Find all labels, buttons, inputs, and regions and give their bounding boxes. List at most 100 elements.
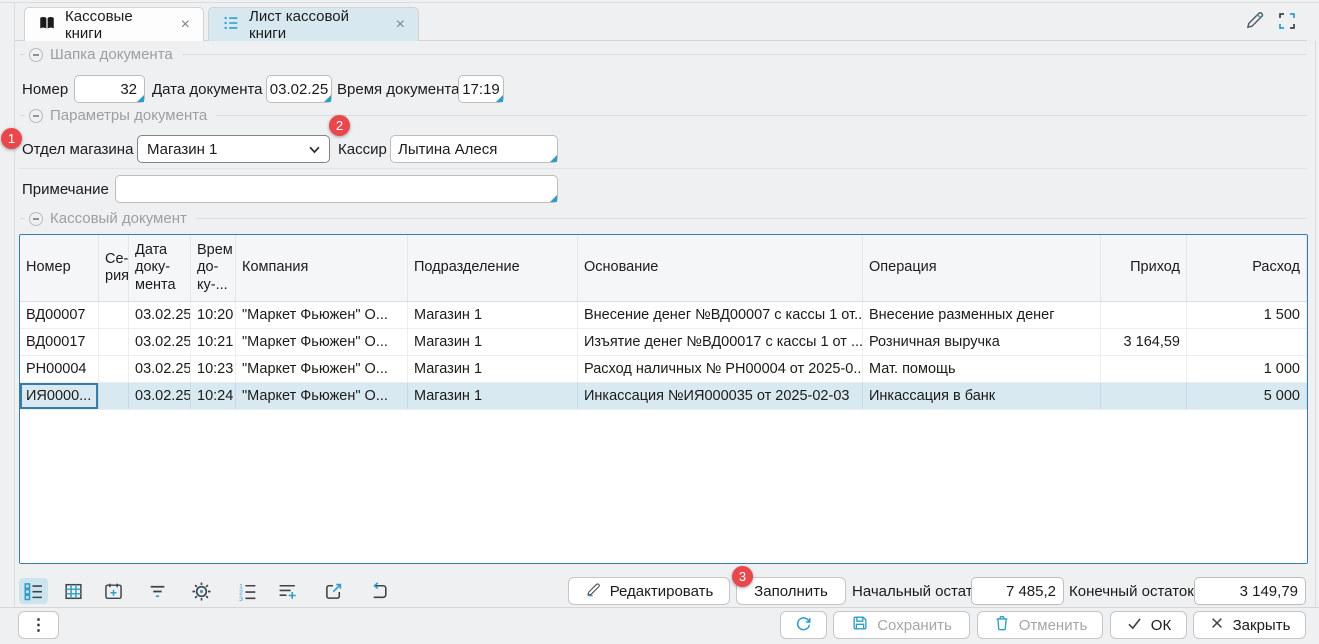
table-cell[interactable] — [1187, 329, 1307, 355]
tab-cash-books[interactable]: Кассовые книги × — [24, 7, 204, 41]
table-cell[interactable] — [99, 329, 129, 355]
table-cell[interactable]: 10:24 — [191, 383, 236, 409]
table-cell[interactable]: Магазин 1 — [408, 356, 578, 382]
table-cell[interactable] — [1101, 302, 1187, 328]
table-cell[interactable]: ВД00007 — [20, 302, 99, 328]
table-cell[interactable]: 10:20 — [191, 302, 236, 328]
table-cell[interactable] — [99, 356, 129, 382]
column-header[interactable]: Се-рия — [99, 235, 129, 301]
table-cell[interactable]: ВД00017 — [20, 329, 99, 355]
view-list-icon[interactable] — [19, 578, 48, 604]
table-row[interactable]: ВД00007 03.02.2510:20"Маркет Фьюжен" О...… — [20, 302, 1307, 329]
add-lines-icon[interactable] — [273, 578, 302, 604]
collapse-icon[interactable] — [29, 109, 43, 123]
ok-button[interactable]: ОК — [1110, 611, 1187, 639]
table-cell[interactable]: 1 000 — [1187, 356, 1307, 382]
table-cell[interactable]: "Маркет Фьюжен" О... — [236, 329, 408, 355]
number-input[interactable] — [74, 75, 145, 103]
table-cell[interactable]: 03.02.25 — [129, 329, 191, 355]
gear-icon[interactable] — [187, 578, 216, 604]
tab-close-icon[interactable]: × — [396, 17, 405, 33]
callout-badge-1: 1 — [1, 128, 22, 149]
table-cell[interactable]: Инкассация в банк — [863, 383, 1101, 409]
table-cell[interactable]: Магазин 1 — [408, 329, 578, 355]
column-header[interactable]: Основание — [578, 235, 863, 301]
column-header[interactable]: Номер — [20, 235, 99, 301]
collapse-icon[interactable] — [29, 212, 43, 226]
table-cell[interactable]: 03.02.25 — [129, 383, 191, 409]
cash-documents-table: НомерСе-рияДата доку-ментаВрем до-ку-...… — [19, 234, 1308, 564]
column-header[interactable]: Расход — [1187, 235, 1307, 301]
save-button[interactable]: Сохранить — [833, 611, 970, 639]
store-department-select[interactable]: Магазин 1 — [137, 135, 330, 163]
callout-badge-3: 3 — [732, 566, 753, 587]
collapse-icon[interactable] — [29, 48, 43, 62]
edit-pencil-icon[interactable] — [1243, 8, 1267, 32]
column-header[interactable]: Операция — [863, 235, 1101, 301]
doc-date-input[interactable] — [266, 75, 332, 103]
table-cell[interactable]: Магазин 1 — [408, 383, 578, 409]
closing-balance-input[interactable] — [1194, 577, 1306, 605]
table-row[interactable]: ВД00017 03.02.2510:21"Маркет Фьюжен" О...… — [20, 329, 1307, 356]
table-cell[interactable]: ИЯ0000... — [20, 383, 99, 409]
column-header[interactable]: Компания — [236, 235, 408, 301]
refresh-button[interactable] — [780, 611, 827, 639]
table-cell[interactable]: 5 000 — [1187, 383, 1307, 409]
divider — [14, 2, 15, 607]
table-row[interactable]: ИЯ0000... 03.02.2510:24"Маркет Фьюжен" О.… — [20, 383, 1307, 410]
fill-button-label: Заполнить — [754, 583, 828, 600]
column-header[interactable]: Врем до-ку-... — [191, 235, 236, 301]
fill-button[interactable]: Заполнить — [736, 577, 846, 605]
cashier-label: Кассир — [338, 135, 387, 163]
table-cell[interactable] — [99, 302, 129, 328]
calendar-add-icon[interactable] — [99, 578, 128, 604]
fullscreen-icon[interactable] — [1275, 9, 1299, 33]
save-icon — [851, 614, 869, 636]
table-cell[interactable]: "Маркет Фьюжен" О... — [236, 302, 408, 328]
close-button[interactable]: Закрыть — [1193, 611, 1306, 639]
table-cell[interactable]: Инкассация №ИЯ000035 от 2025-02-03 — [578, 383, 863, 409]
table-cell[interactable]: 10:21 — [191, 329, 236, 355]
number-label: Номер — [22, 75, 68, 103]
table-cell[interactable]: Внесение денег №ВД00007 с кассы 1 от... — [578, 302, 863, 328]
repeat-icon[interactable] — [365, 578, 394, 604]
filter-icon[interactable] — [143, 578, 172, 604]
table-cell[interactable]: 03.02.25 — [129, 302, 191, 328]
tab-cash-book-sheet[interactable]: Лист кассовой книги × — [208, 7, 419, 41]
table-cell[interactable]: 03.02.25 — [129, 356, 191, 382]
table-cell[interactable]: 1 500 — [1187, 302, 1307, 328]
table-cell[interactable]: Розничная выручка — [863, 329, 1101, 355]
table-cell[interactable] — [1101, 383, 1187, 409]
cashier-input[interactable] — [390, 135, 558, 163]
table-cell[interactable]: 10:23 — [191, 356, 236, 382]
modified-corner-marker — [324, 95, 331, 102]
more-actions-button[interactable]: ⋮ — [18, 611, 59, 639]
column-header[interactable]: Приход — [1101, 235, 1187, 301]
numbered-list-icon[interactable]: 1 2 3 — [233, 578, 262, 604]
table-cell[interactable]: Внесение разменных денег — [863, 302, 1101, 328]
table-cell[interactable]: "Маркет Фьюжен" О... — [236, 356, 408, 382]
open-external-icon[interactable] — [319, 578, 348, 604]
opening-balance-input[interactable] — [971, 577, 1064, 605]
table-grid-icon[interactable] — [59, 578, 88, 604]
table-cell[interactable]: Изъятие денег №ВД00017 с кассы 1 от ... — [578, 329, 863, 355]
edit-button[interactable]: Редактировать — [568, 577, 730, 605]
table-cell[interactable] — [1101, 356, 1187, 382]
column-header[interactable]: Подразделение — [408, 235, 578, 301]
table-cell[interactable]: Магазин 1 — [408, 302, 578, 328]
list-icon — [222, 14, 240, 36]
cancel-button[interactable]: Отменить — [977, 611, 1103, 639]
pencil-icon — [585, 581, 602, 602]
table-cell[interactable]: 3 164,59 — [1101, 329, 1187, 355]
table-cell[interactable]: Мат. помощь — [863, 356, 1101, 382]
table-cell[interactable]: РН00004 — [20, 356, 99, 382]
note-input[interactable] — [115, 175, 558, 203]
table-cell[interactable] — [99, 383, 129, 409]
table-cell[interactable]: "Маркет Фьюжен" О... — [236, 383, 408, 409]
tab-close-icon[interactable]: × — [181, 17, 190, 33]
close-button-label: Закрыть — [1233, 617, 1291, 634]
table-row[interactable]: РН00004 03.02.2510:23"Маркет Фьюжен" О...… — [20, 356, 1307, 383]
table-cell[interactable]: Расход наличных № РН00004 от 2025-0... — [578, 356, 863, 382]
section-title: Шапка документа — [50, 46, 173, 63]
column-header[interactable]: Дата доку-мента — [129, 235, 191, 301]
